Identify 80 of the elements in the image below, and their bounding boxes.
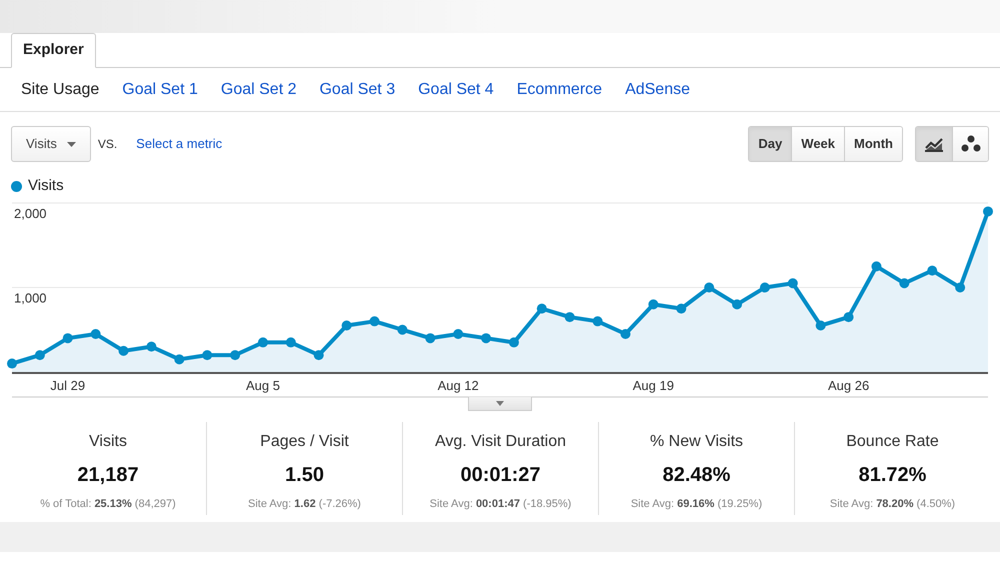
vs-label: VS.	[98, 136, 118, 153]
metric-title: Pages / Visit	[260, 432, 349, 452]
data-point	[816, 320, 826, 331]
report-tab[interactable]: Site Usage	[21, 78, 100, 102]
metric-value: 81.72%	[858, 463, 926, 488]
report-tab[interactable]: Goal Set 4	[418, 78, 494, 102]
line-chart-icon	[924, 136, 944, 152]
data-point	[620, 328, 630, 339]
collapse-handle[interactable]	[468, 397, 532, 411]
data-point	[370, 316, 380, 326]
axis-tick-label: 1,000	[14, 290, 47, 306]
axis-tick-label: Aug 12	[438, 378, 479, 393]
data-point	[146, 342, 156, 352]
data-point	[342, 320, 352, 331]
report-tab[interactable]: Ecommerce	[516, 78, 602, 102]
legend-label: Visits	[28, 176, 64, 196]
data-point	[202, 350, 212, 360]
axis-tick-label: Aug 19	[632, 378, 674, 393]
data-point	[788, 278, 798, 288]
data-point	[704, 282, 714, 292]
metric-title: Bounce Rate	[846, 432, 939, 452]
data-point	[425, 333, 436, 344]
chart-type-button[interactable]	[916, 127, 952, 161]
period-button[interactable]: Day	[749, 127, 792, 161]
data-point	[676, 304, 686, 314]
data-point	[174, 354, 184, 364]
tab[interactable]: Explorer	[11, 33, 96, 68]
select-metric-link[interactable]: Select a metric	[136, 134, 222, 154]
data-point	[7, 358, 17, 369]
data-point	[536, 304, 547, 314]
report-tab[interactable]: Goal Set 3	[319, 78, 396, 102]
metric-value: 00:01:27	[460, 463, 541, 488]
data-point	[592, 316, 603, 326]
metric-value: 82.48%	[662, 463, 730, 488]
data-point	[230, 350, 240, 360]
data-point	[564, 312, 575, 322]
caret-icon	[496, 401, 504, 406]
caret-icon	[66, 142, 76, 146]
period-button[interactable]: Month	[844, 127, 902, 161]
data-point	[481, 333, 492, 344]
metric-title: % New Visits	[650, 432, 744, 452]
axis-tick-label: Aug 5	[246, 378, 280, 393]
data-point	[760, 282, 770, 292]
data-point	[508, 337, 519, 348]
chart-type-button[interactable]	[952, 127, 988, 161]
period-button[interactable]: Week	[791, 127, 844, 161]
data-point	[871, 261, 882, 272]
axis-tick-label: 2,000	[14, 206, 47, 221]
data-point	[90, 328, 101, 339]
data-point	[453, 328, 464, 339]
data-point	[732, 299, 742, 310]
metric-value: 21,187	[77, 463, 139, 488]
metric-comparison: Site Avg: 1.62 (-7.26%)	[248, 497, 361, 512]
data-point	[955, 282, 966, 292]
data-point	[927, 266, 938, 276]
data-point	[258, 337, 268, 348]
data-point	[62, 333, 73, 344]
metric-comparison: Site Avg: 78.20% (4.50%)	[830, 497, 956, 512]
data-point	[983, 206, 993, 216]
metric-title: Visits	[89, 432, 127, 452]
data-point	[314, 350, 324, 360]
data-point	[899, 278, 910, 288]
data-point	[397, 324, 408, 335]
axis-tick-label: Aug 26	[828, 378, 870, 393]
data-point	[844, 312, 854, 322]
report-tab[interactable]: AdSense	[625, 78, 690, 102]
metric-comparison: % of Total: 25.13% (84,297)	[40, 497, 176, 512]
data-point	[286, 337, 296, 348]
metric-dropdown[interactable]: Visits	[11, 126, 91, 162]
metric-title: Avg. Visit Duration	[434, 432, 566, 452]
metric-value: 1.50	[285, 463, 324, 488]
data-point	[118, 346, 129, 356]
axis-tick-label: Jul 29	[50, 378, 86, 393]
report-tab[interactable]: Goal Set 2	[220, 78, 296, 102]
metric-comparison: Site Avg: 69.16% (19.25%)	[630, 497, 762, 512]
report-tab[interactable]: Goal Set 1	[122, 78, 198, 102]
metric-comparison: Site Avg: 00:01:47 (-18.95%)	[430, 497, 572, 512]
bubble-chart-icon	[960, 135, 980, 153]
data-point	[648, 299, 658, 310]
data-point	[34, 350, 45, 360]
